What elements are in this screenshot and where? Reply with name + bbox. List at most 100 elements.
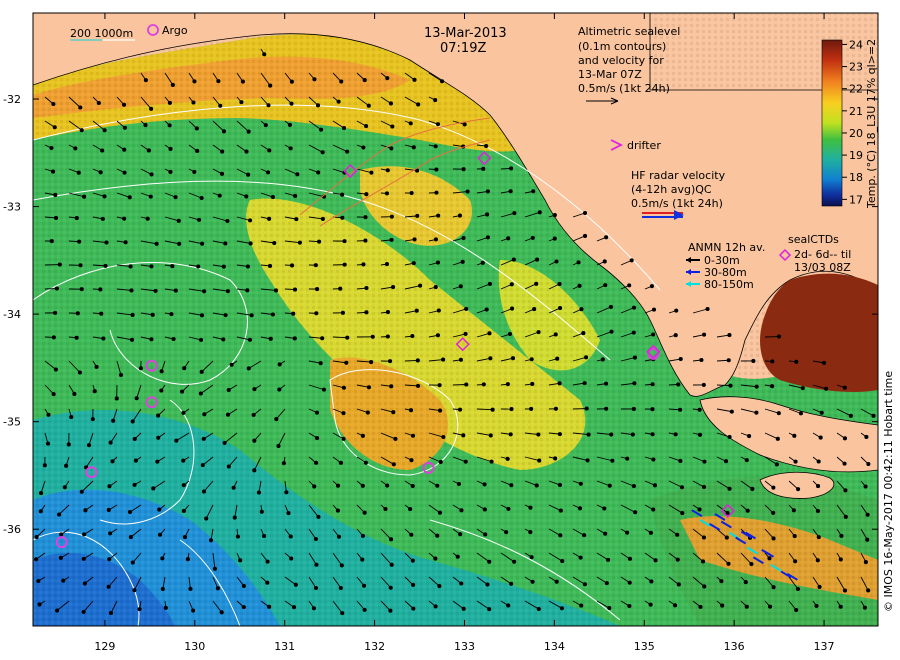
velocity-arrow-head [225,412,231,417]
velocity-arrow-head [579,603,584,608]
velocity-arrow-head [701,382,706,387]
velocity-arrow-head [627,283,632,288]
velocity-arrow-head [66,442,71,447]
velocity-arrow-head [484,143,489,149]
velocity-arrow-head [149,264,154,269]
velocity-arrow-head [508,432,513,437]
velocity-arrow-head [128,535,133,540]
velocity-arrow-head [273,288,279,293]
velocity-arrow-head [433,604,438,609]
velocity-arrow-head [480,260,485,265]
velocity-arrow-head [408,121,413,126]
velocity-arrow-head [266,103,271,108]
velocity-arrow-head [168,169,173,174]
velocity-arrow-head [530,579,535,584]
velocity-arrow-head [510,306,515,311]
velocity-arrow-head [248,241,253,246]
velocity-arrow-head [627,580,632,585]
velocity-arrow-head [697,407,702,412]
velocity-arrow-head [816,459,821,464]
velocity-arrow-head [743,580,748,585]
velocity-arrow-head [818,435,823,440]
velocity-arrow-head [754,384,759,389]
velocity-arrow-head [490,407,495,412]
velocity-arrow-head [506,236,511,241]
velocity-arrow-head [433,98,438,103]
velocity-arrow-head [229,362,234,367]
velocity-arrow-head [130,312,135,318]
velocity-arrow-head [702,332,707,337]
velocity-arrow-head [744,604,749,609]
y-tick-label: -33 [3,201,21,214]
velocity-arrow-head [678,356,683,362]
velocity-arrow-head [383,506,388,512]
velocity-arrow-head [698,604,703,609]
velocity-arrow-head [174,438,179,443]
velocity-arrow-head [218,103,223,108]
velocity-arrow-head [335,483,341,488]
velocity-arrow-head [438,459,443,465]
velocity-arrow-head [441,434,446,440]
velocity-arrow-head [673,603,678,608]
velocity-arrow-head [529,406,534,411]
velocity-arrow-head [509,166,514,171]
velocity-arrow-head [262,52,267,57]
velocity-arrow-head [553,332,558,337]
velocity-arrow-head [123,240,128,245]
velocity-arrow-head [557,482,562,488]
velocity-arrow-head [389,562,394,567]
velocity-arrow-head [648,602,653,607]
velocity-arrow-head [78,263,83,268]
velocity-arrow-head [317,239,322,244]
velocity-arrow-head [59,532,64,537]
velocity-arrow-head [631,330,636,335]
velocity-arrow-head [274,417,279,422]
velocity-arrow-head [277,362,282,367]
velocity-arrow-head [132,588,137,593]
velocity-arrow-head [410,558,415,563]
velocity-arrow-head [411,261,416,266]
velocity-arrow-head [314,410,320,415]
velocity-arrow-head [268,83,273,88]
velocity-arrow-head [363,215,368,220]
velocity-arrow-head [433,285,438,290]
velocity-arrow-head [336,99,341,104]
velocity-arrow-head [182,535,188,540]
velocity-arrow-head [482,507,487,512]
velocity-arrow-head [108,531,113,536]
velocity-arrow-head [481,382,486,387]
velocity-arrow-head [72,391,77,397]
velocity-arrow-head [122,125,127,130]
velocity-arrow-head [488,433,493,438]
velocity-arrow-head [199,195,204,201]
velocity-arrow-head [216,79,221,84]
velocity-arrow-head [132,482,137,487]
velocity-arrow-head [149,106,154,111]
velocity-arrow-head [202,289,207,294]
velocity-arrow-head [558,306,563,311]
velocity-arrow-head [489,459,494,464]
velocity-arrow-head [552,236,557,241]
velocity-arrow-head [411,582,416,587]
velocity-arrow-head [173,288,178,293]
velocity-arrow-head [199,369,204,374]
velocity-arrow-head [320,336,325,341]
velocity-arrow-head [485,212,490,217]
velocity-arrow-head [652,483,658,488]
velocity-arrow-head [176,218,181,223]
velocity-arrow-head [436,308,441,313]
velocity-arrow-head [676,582,681,587]
velocity-arrow-head [38,509,43,514]
velocity-arrow-head [435,333,441,338]
velocity-arrow-head [217,193,222,198]
velocity-arrow-head [82,581,87,586]
velocity-arrow-head [391,462,396,467]
velocity-arrow-head [100,216,105,221]
velocity-arrow-head [409,458,414,463]
velocity-arrow-head [795,587,800,592]
velocity-arrow-head [151,486,156,491]
velocity-arrow-head [321,387,326,392]
velocity-arrow-head [225,218,230,224]
velocity-arrow-head [53,215,59,221]
velocity-arrow-head [653,558,658,563]
